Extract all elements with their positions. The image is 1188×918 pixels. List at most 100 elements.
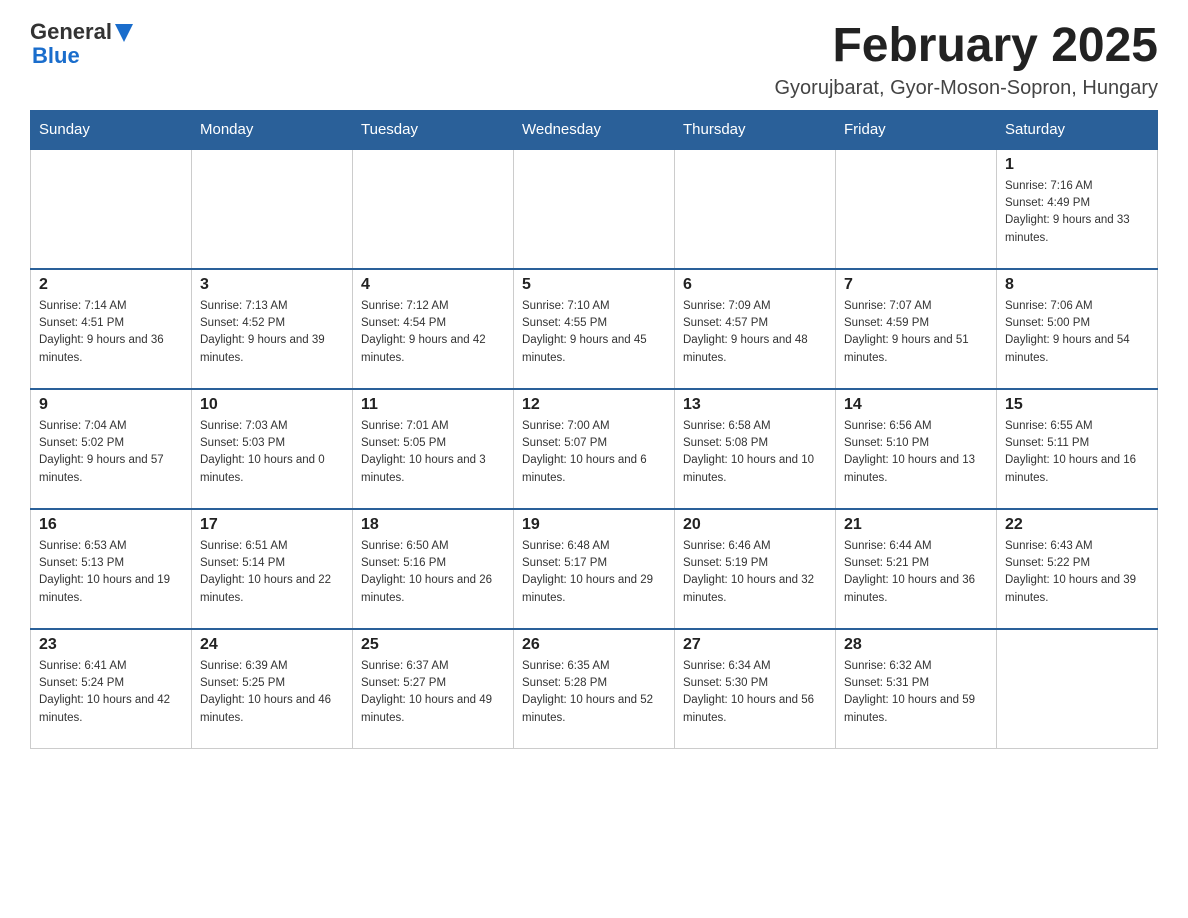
header: General Blue February 2025 Gyorujbarat, … [30, 20, 1158, 100]
day-cell-5: 5 Sunrise: 7:10 AMSunset: 4:55 PMDaylight… [514, 269, 675, 389]
weekday-header-saturday: Saturday [997, 110, 1158, 149]
day-info: Sunrise: 7:10 AMSunset: 4:55 PMDaylight:… [522, 298, 666, 367]
day-info: Sunrise: 6:50 AMSunset: 5:16 PMDaylight:… [361, 538, 505, 607]
day-number: 8 [1005, 276, 1149, 294]
day-info: Sunrise: 7:06 AMSunset: 5:00 PMDaylight:… [1005, 298, 1149, 367]
day-cell-24: 24Sunrise: 6:39 AMSunset: 5:25 PMDayligh… [192, 629, 353, 749]
day-number: 28 [844, 636, 988, 654]
day-cell-10: 10Sunrise: 7:03 AMSunset: 5:03 PMDayligh… [192, 389, 353, 509]
day-cell-15: 15 Sunrise: 6:55 AMSunset: 5:11 PMDayligh… [997, 389, 1158, 509]
day-number: 16 [39, 516, 183, 534]
weekday-header-thursday: Thursday [675, 110, 836, 149]
day-number: 14 [844, 396, 988, 414]
day-cell-11: 11 Sunrise: 7:01 AMSunset: 5:05 PMDayligh… [353, 389, 514, 509]
day-cell-22: 22 Sunrise: 6:43 AMSunset: 5:22 PMDayligh… [997, 509, 1158, 629]
day-cell-4: 4 Sunrise: 7:12 AMSunset: 4:54 PMDaylight… [353, 269, 514, 389]
empty-cell [675, 149, 836, 269]
day-cell-28: 28 Sunrise: 6:32 AMSunset: 5:31 PMDayligh… [836, 629, 997, 749]
day-number: 12 [522, 396, 666, 414]
day-info: Sunrise: 6:37 AMSunset: 5:27 PMDaylight:… [361, 658, 505, 727]
day-number: 24 [200, 636, 344, 654]
day-info: Sunrise: 7:01 AMSunset: 5:05 PMDaylight:… [361, 418, 505, 487]
day-info: Sunrise: 7:12 AMSunset: 4:54 PMDaylight:… [361, 298, 505, 367]
weekday-header-row: SundayMondayTuesdayWednesdayThursdayFrid… [31, 110, 1158, 149]
weekday-header-friday: Friday [836, 110, 997, 149]
day-cell-19: 19 Sunrise: 6:48 AMSunset: 5:17 PMDayligh… [514, 509, 675, 629]
day-cell-25: 25 Sunrise: 6:37 AMSunset: 5:27 PMDayligh… [353, 629, 514, 749]
day-number: 21 [844, 516, 988, 534]
empty-cell [836, 149, 997, 269]
day-cell-20: 20Sunrise: 6:46 AMSunset: 5:19 PMDayligh… [675, 509, 836, 629]
day-number: 9 [39, 396, 183, 414]
day-number: 6 [683, 276, 827, 294]
day-info: Sunrise: 6:55 AMSunset: 5:11 PMDaylight:… [1005, 418, 1149, 487]
day-info: Sunrise: 7:16 AMSunset: 4:49 PMDaylight:… [1005, 178, 1149, 247]
day-info: Sunrise: 6:34 AMSunset: 5:30 PMDaylight:… [683, 658, 827, 727]
day-number: 20 [683, 516, 827, 534]
logo-general-text: General [30, 20, 112, 44]
day-cell-18: 18 Sunrise: 6:50 AMSunset: 5:16 PMDayligh… [353, 509, 514, 629]
day-cell-7: 7 Sunrise: 7:07 AMSunset: 4:59 PMDaylight… [836, 269, 997, 389]
day-cell-1: 1 Sunrise: 7:16 AMSunset: 4:49 PMDaylight… [997, 149, 1158, 269]
logo: General Blue [30, 20, 133, 68]
day-number: 13 [683, 396, 827, 414]
day-info: Sunrise: 6:35 AMSunset: 5:28 PMDaylight:… [522, 658, 666, 727]
day-cell-2: 2Sunrise: 7:14 AMSunset: 4:51 PMDaylight… [31, 269, 192, 389]
day-number: 27 [683, 636, 827, 654]
day-info: Sunrise: 6:32 AMSunset: 5:31 PMDaylight:… [844, 658, 988, 727]
empty-cell [31, 149, 192, 269]
day-cell-9: 9 Sunrise: 7:04 AMSunset: 5:02 PMDaylight… [31, 389, 192, 509]
day-number: 15 [1005, 396, 1149, 414]
week-row-2: 2Sunrise: 7:14 AMSunset: 4:51 PMDaylight… [31, 269, 1158, 389]
day-info: Sunrise: 6:56 AMSunset: 5:10 PMDaylight:… [844, 418, 988, 487]
day-number: 5 [522, 276, 666, 294]
day-number: 26 [522, 636, 666, 654]
day-number: 18 [361, 516, 505, 534]
day-number: 19 [522, 516, 666, 534]
day-number: 3 [200, 276, 344, 294]
day-number: 22 [1005, 516, 1149, 534]
day-info: Sunrise: 6:41 AMSunset: 5:24 PMDaylight:… [39, 658, 183, 727]
weekday-header-sunday: Sunday [31, 110, 192, 149]
calendar-table: SundayMondayTuesdayWednesdayThursdayFrid… [30, 110, 1158, 750]
day-cell-12: 12 Sunrise: 7:00 AMSunset: 5:07 PMDayligh… [514, 389, 675, 509]
day-info: Sunrise: 7:13 AMSunset: 4:52 PMDaylight:… [200, 298, 344, 367]
location-title: Gyorujbarat, Gyor-Moson-Sopron, Hungary [775, 77, 1159, 100]
day-number: 23 [39, 636, 183, 654]
day-info: Sunrise: 7:09 AMSunset: 4:57 PMDaylight:… [683, 298, 827, 367]
day-info: Sunrise: 6:48 AMSunset: 5:17 PMDaylight:… [522, 538, 666, 607]
weekday-header-wednesday: Wednesday [514, 110, 675, 149]
weekday-header-monday: Monday [192, 110, 353, 149]
logo-blue-text: Blue [32, 44, 133, 68]
day-cell-6: 6 Sunrise: 7:09 AMSunset: 4:57 PMDaylight… [675, 269, 836, 389]
day-cell-23: 23 Sunrise: 6:41 AMSunset: 5:24 PMDayligh… [31, 629, 192, 749]
empty-cell [353, 149, 514, 269]
day-info: Sunrise: 7:04 AMSunset: 5:02 PMDaylight:… [39, 418, 183, 487]
day-cell-21: 21 Sunrise: 6:44 AMSunset: 5:21 PMDayligh… [836, 509, 997, 629]
day-cell-16: 16Sunrise: 6:53 AMSunset: 5:13 PMDayligh… [31, 509, 192, 629]
day-info: Sunrise: 6:58 AMSunset: 5:08 PMDaylight:… [683, 418, 827, 487]
day-cell-26: 26 Sunrise: 6:35 AMSunset: 5:28 PMDayligh… [514, 629, 675, 749]
day-number: 11 [361, 396, 505, 414]
day-info: Sunrise: 7:03 AMSunset: 5:03 PMDaylight:… [200, 418, 344, 487]
week-row-3: 9 Sunrise: 7:04 AMSunset: 5:02 PMDaylight… [31, 389, 1158, 509]
day-info: Sunrise: 7:00 AMSunset: 5:07 PMDaylight:… [522, 418, 666, 487]
day-number: 7 [844, 276, 988, 294]
day-info: Sunrise: 6:43 AMSunset: 5:22 PMDaylight:… [1005, 538, 1149, 607]
day-cell-27: 27 Sunrise: 6:34 AMSunset: 5:30 PMDayligh… [675, 629, 836, 749]
day-info: Sunrise: 7:14 AMSunset: 4:51 PMDaylight:… [39, 298, 183, 367]
day-cell-14: 14 Sunrise: 6:56 AMSunset: 5:10 PMDayligh… [836, 389, 997, 509]
empty-cell [192, 149, 353, 269]
day-info: Sunrise: 6:51 AMSunset: 5:14 PMDaylight:… [200, 538, 344, 607]
day-cell-13: 13 Sunrise: 6:58 AMSunset: 5:08 PMDayligh… [675, 389, 836, 509]
week-row-1: 1 Sunrise: 7:16 AMSunset: 4:49 PMDaylight… [31, 149, 1158, 269]
day-number: 25 [361, 636, 505, 654]
day-info: Sunrise: 7:07 AMSunset: 4:59 PMDaylight:… [844, 298, 988, 367]
month-title: February 2025 [775, 20, 1159, 73]
day-info: Sunrise: 6:44 AMSunset: 5:21 PMDaylight:… [844, 538, 988, 607]
empty-cell [997, 629, 1158, 749]
day-cell-17: 17Sunrise: 6:51 AMSunset: 5:14 PMDayligh… [192, 509, 353, 629]
day-number: 1 [1005, 156, 1149, 174]
day-cell-8: 8 Sunrise: 7:06 AMSunset: 5:00 PMDaylight… [997, 269, 1158, 389]
day-number: 4 [361, 276, 505, 294]
